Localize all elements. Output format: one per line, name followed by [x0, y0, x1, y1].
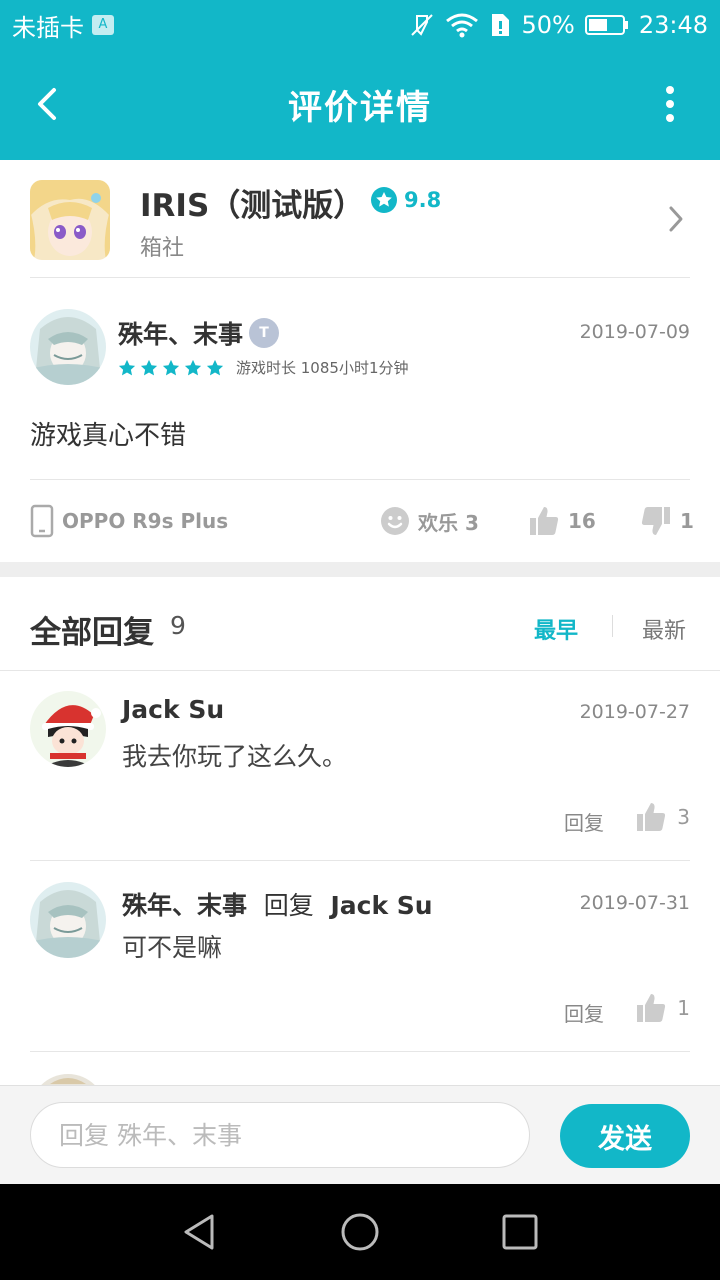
reply-date: 2019-07-27	[579, 701, 690, 723]
reply-input-bar: 发送	[0, 1085, 720, 1184]
user-avatar[interactable]	[30, 309, 106, 385]
game-score-value: 9.8	[404, 188, 442, 212]
review-date: 2019-07-09	[579, 321, 690, 343]
review-username-text: 殊年、末事	[118, 320, 244, 349]
rating-stars	[118, 359, 224, 377]
reply-like-count: 1	[677, 996, 690, 1020]
sort-newest-tab[interactable]: 最新	[642, 613, 686, 645]
dislike-count: 1	[680, 509, 694, 533]
more-vert-icon[interactable]	[660, 84, 680, 124]
thumbs-up-icon	[637, 803, 666, 831]
review-meta: 游戏时长 1085小时1分钟	[118, 357, 409, 378]
chevron-right-icon	[669, 206, 683, 232]
divider	[30, 1051, 690, 1052]
user-avatar[interactable]	[30, 882, 106, 958]
reply-author: Jack Su	[122, 695, 225, 724]
star-icon	[206, 359, 224, 375]
reply-text: 我去你玩了这么久。	[122, 742, 348, 771]
clock-text: 23:48	[638, 11, 708, 39]
battery-percent: 50%	[521, 11, 575, 39]
reply-date: 2019-07-31	[579, 892, 690, 914]
game-name: IRIS（测试版）	[140, 188, 365, 224]
battery-icon	[584, 15, 628, 35]
review-actions: OPPO R9s Plus 欢乐 3 16 1	[30, 501, 694, 541]
reply-button[interactable]: 回复	[564, 998, 604, 1027]
reply-target: Jack Su	[330, 891, 433, 920]
thumbs-down-icon	[641, 507, 670, 535]
reply-input[interactable]	[30, 1102, 530, 1168]
reply-author: 殊年、末事	[122, 891, 248, 920]
star-icon	[184, 359, 202, 375]
star-icon	[162, 359, 180, 375]
sort-separator	[612, 615, 613, 637]
divider	[30, 479, 690, 480]
section-gap	[0, 562, 720, 577]
device-name: OPPO R9s Plus	[62, 509, 229, 533]
reply-word: 回复	[263, 891, 314, 920]
reply-button[interactable]: 回复	[564, 807, 604, 836]
review-card: 殊年、末事 T 2019-07-09 游戏时长 1085小时1分钟 游戏真心不错…	[30, 279, 694, 561]
game-summary-row[interactable]: IRIS（测试版） 9.8 箱社	[30, 160, 690, 278]
reply-like-button[interactable]: 1	[635, 992, 690, 1024]
wifi-icon	[446, 13, 479, 38]
reply-username: Jack Su	[122, 695, 224, 724]
nav-back-icon[interactable]	[180, 1212, 220, 1252]
like-button[interactable]: 16	[528, 505, 596, 537]
reply-username: 殊年、末事 回复 Jack Su	[122, 886, 433, 922]
game-developer: 箱社	[140, 236, 185, 261]
divider	[30, 860, 690, 861]
sim-alert-icon	[492, 14, 510, 36]
status-right: 50% 23:48	[409, 11, 708, 39]
like-count: 16	[568, 509, 596, 533]
fun-button[interactable]: 欢乐 3	[380, 506, 479, 536]
status-bar: 未插卡 A 50% 23:48	[0, 0, 720, 50]
app-bar: 评价详情	[0, 50, 720, 160]
thumbs-up-icon	[530, 507, 559, 535]
replies-header: 全部回复 9 最早 最新	[0, 577, 720, 671]
star-icon	[118, 359, 136, 375]
send-button[interactable]: 发送	[560, 1104, 690, 1168]
game-score: 9.8	[370, 186, 441, 214]
sort-earliest-tab[interactable]: 最早	[534, 613, 578, 645]
nav-recents-icon[interactable]	[500, 1212, 540, 1252]
playtime-text: 游戏时长 1085小时1分钟	[236, 359, 409, 377]
smile-icon	[381, 507, 409, 535]
user-avatar[interactable]	[30, 691, 106, 767]
reply-text: 可不是嘛	[122, 933, 223, 962]
carrier-text: 未插卡	[12, 13, 84, 42]
replies-label: 全部回复	[30, 615, 154, 651]
thumbs-up-icon	[637, 994, 666, 1022]
review-username: 殊年、末事 T	[118, 315, 280, 351]
sim-badge: A	[92, 15, 114, 35]
dislike-button[interactable]: 1	[640, 505, 694, 537]
level-badge: T	[249, 318, 280, 348]
phone-icon	[30, 504, 54, 538]
sim-status: 未插卡 A	[12, 8, 114, 43]
reply-item: 殊年、末事 回复 Jack Su 2019-07-31 可不是嘛 回复 1	[30, 862, 690, 1052]
star-icon	[140, 359, 158, 375]
mute-icon	[411, 14, 434, 36]
replies-count: 9	[170, 611, 186, 640]
game-icon	[30, 180, 110, 260]
reply-like-button[interactable]: 3	[635, 801, 690, 833]
review-content: 游戏真心不错	[30, 421, 187, 451]
system-nav-bar	[0, 1184, 720, 1280]
device-info: OPPO R9s Plus	[30, 504, 228, 538]
star-badge-icon	[371, 187, 397, 213]
nav-home-icon[interactable]	[340, 1212, 380, 1252]
reply-item: Jack Su 2019-07-27 我去你玩了这么久。 回复 3	[30, 671, 690, 861]
reply-like-count: 3	[677, 805, 690, 829]
page-title: 评价详情	[288, 88, 432, 128]
fun-label: 欢乐 3	[418, 510, 479, 535]
